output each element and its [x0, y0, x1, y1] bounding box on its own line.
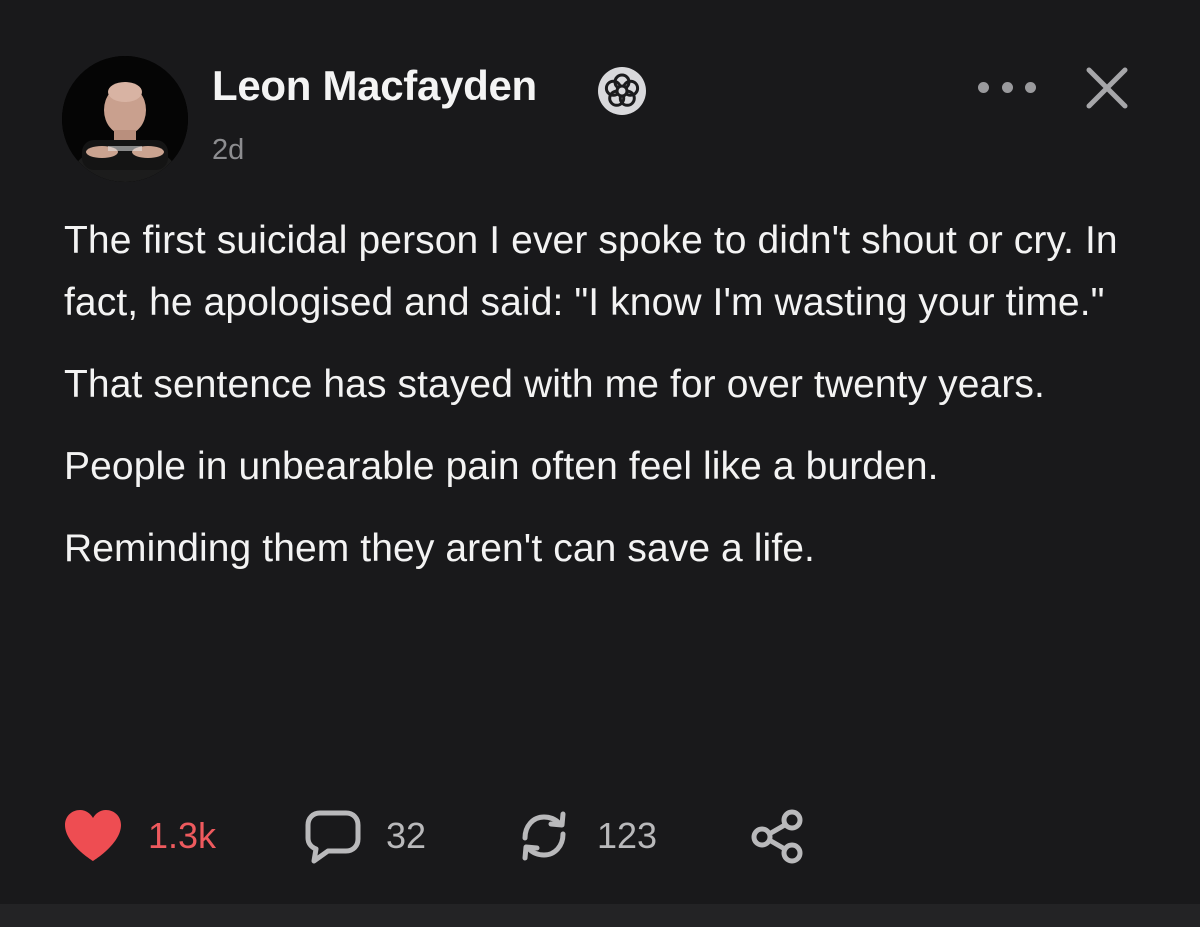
post-paragraph: That sentence has stayed with me for ove… — [64, 363, 1045, 406]
repost-button[interactable]: 123 — [515, 806, 657, 866]
bottom-divider — [0, 904, 1200, 927]
like-count: 1.3k — [148, 815, 217, 856]
close-icon[interactable] — [1081, 66, 1131, 112]
verified-flower-badge-icon — [597, 66, 647, 116]
avatar[interactable] — [62, 56, 188, 182]
like-button[interactable]: 1.3k — [62, 806, 216, 866]
share-icon — [751, 809, 803, 864]
repost-count: 123 — [597, 815, 658, 856]
post-card: Leon Macfayden 2d The first suicidal per… — [0, 0, 1200, 904]
post-body: The first suicidal person I ever spoke t… — [64, 210, 1144, 600]
heart-icon — [65, 810, 121, 861]
author-name[interactable]: Leon Macfayden — [212, 62, 537, 110]
reply-button[interactable]: 32 — [304, 806, 426, 866]
post-paragraph: People in unbearable pain often feel lik… — [64, 445, 939, 488]
more-horizontal-icon[interactable] — [978, 74, 1036, 100]
post-paragraph: The first suicidal person I ever spoke t… — [64, 219, 1118, 324]
post-actions-bar: 1.3k 32 123 — [62, 806, 862, 866]
post-paragraph: Reminding them they aren't can save a li… — [64, 527, 815, 570]
share-button[interactable] — [748, 806, 806, 866]
reply-count: 32 — [386, 815, 427, 856]
post-timestamp: 2d — [212, 134, 245, 166]
comment-icon — [305, 810, 361, 864]
repost-icon — [522, 811, 566, 861]
